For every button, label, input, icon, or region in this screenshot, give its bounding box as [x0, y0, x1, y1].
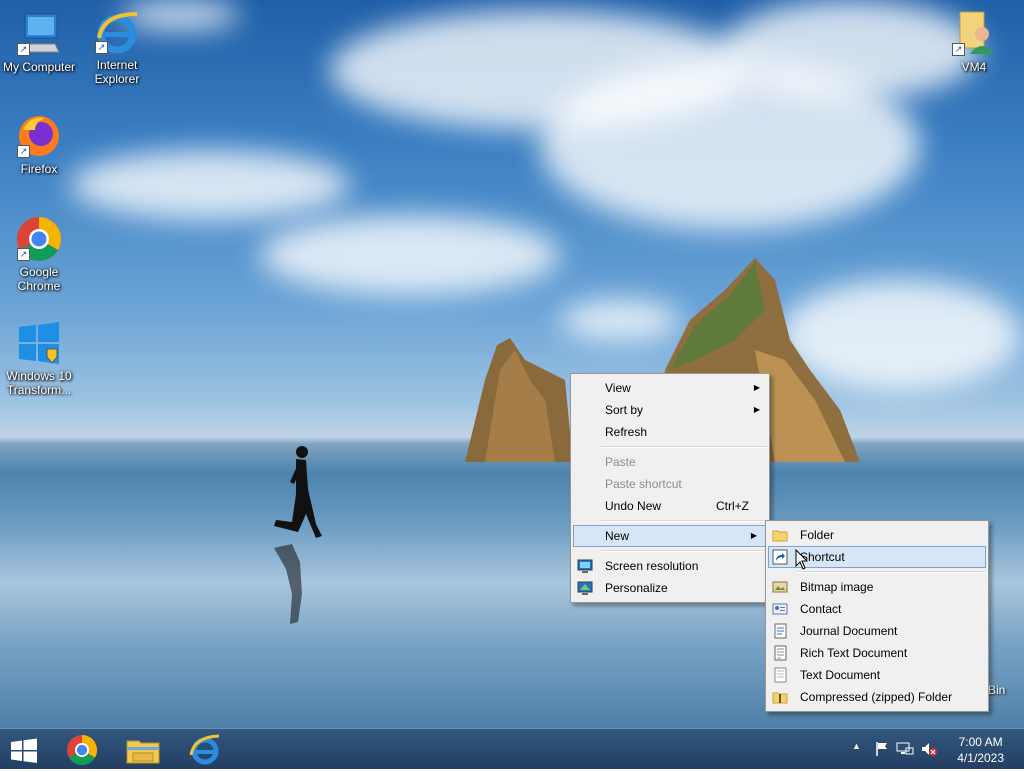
bitmap-icon: [772, 581, 788, 593]
menu-item-label: Undo New: [605, 499, 662, 513]
rtf-icon: [774, 645, 787, 661]
submenu-item-rich-text-document[interactable]: Rich Text Document: [766, 642, 988, 664]
menu-item-label: Folder: [800, 528, 835, 542]
desktop-icon-label: Firefox: [20, 162, 58, 176]
desktop-icon-label: Windows 10 Transform...: [6, 369, 72, 397]
mouse-cursor-icon: [795, 549, 809, 570]
taskbar-clock[interactable]: 7:00 AM 4/1/2023: [957, 734, 1004, 766]
menu-item-paste: Paste: [571, 451, 769, 473]
menu-separator: [601, 446, 767, 448]
menu-item-label: Paste shortcut: [605, 477, 682, 491]
submenu-item-contact[interactable]: Contact: [766, 598, 988, 620]
desktop-icon-vm4[interactable]: ↗ VM4: [936, 10, 1012, 74]
desktop-icon-label: Internet Explorer: [94, 58, 140, 86]
menu-item-label: Journal Document: [800, 624, 898, 638]
menu-item-paste-shortcut: Paste shortcut: [571, 473, 769, 495]
show-hidden-icon[interactable]: ▲: [852, 741, 861, 751]
menu-item-label: Paste: [605, 455, 636, 469]
shortcut-arrow-icon: ↗: [17, 248, 30, 261]
shortcut-icon: [772, 549, 788, 565]
personalize-icon: [577, 581, 593, 595]
menu-item-label: Compressed (zipped) Folder: [800, 690, 953, 704]
system-tray: ▲: [848, 729, 948, 769]
network-icon[interactable]: [896, 741, 914, 757]
desktop-icon-label: My Computer: [2, 60, 76, 74]
desktop-icon-my-computer[interactable]: ↗ My Computer: [1, 10, 77, 74]
taskbar-file-explorer-button[interactable]: [119, 733, 167, 767]
journal-icon: [774, 623, 787, 639]
menu-item-personalize[interactable]: Personalize: [571, 577, 769, 599]
menu-item-label: Personalize: [605, 581, 668, 595]
menu-item-label: New: [605, 529, 630, 543]
clock-time: 7:00 AM: [958, 735, 1003, 749]
menu-item-label: Contact: [800, 602, 842, 616]
menu-separator: [601, 520, 767, 522]
menu-item-shortcut: Ctrl+Z: [716, 499, 749, 513]
volume-muted-icon[interactable]: [920, 741, 938, 757]
action-center-flag-icon[interactable]: [874, 741, 890, 757]
menu-item-undo-new[interactable]: Undo New Ctrl+Z: [571, 495, 769, 517]
recycle-bin-label-partial[interactable]: Bin: [988, 683, 1005, 697]
runner-silhouette: [274, 446, 322, 624]
taskbar: ▲ 7:00 AM 4/1/2023: [0, 728, 1024, 769]
menu-separator: [796, 571, 986, 573]
menu-item-refresh[interactable]: Refresh: [571, 421, 769, 443]
desktop-icon-google-chrome[interactable]: ↗ Google Chrome: [1, 215, 77, 293]
desktop-icon-label: VM4: [961, 60, 987, 74]
desktop-icon-internet-explorer[interactable]: ↗ Internet Explorer: [79, 8, 155, 86]
desktop-context-menu: View ▶ Sort by ▶ Refresh Paste Paste sho…: [570, 373, 770, 603]
monitor-icon: [577, 559, 593, 573]
start-button[interactable]: [0, 733, 48, 767]
menu-separator: [601, 550, 767, 552]
desktop-icon-label: Google Chrome: [17, 265, 61, 293]
menu-item-label: Refresh: [605, 425, 648, 439]
contact-icon: [772, 603, 788, 615]
submenu-item-journal-document[interactable]: Journal Document: [766, 620, 988, 642]
menu-item-sort-by[interactable]: Sort by ▶: [571, 399, 769, 421]
submenu-arrow-icon: ▶: [753, 383, 760, 392]
shortcut-arrow-icon: ↗: [17, 43, 30, 56]
text-doc-icon: [774, 667, 787, 683]
menu-item-screen-resolution[interactable]: Screen resolution: [571, 555, 769, 577]
menu-item-label: Rich Text Document: [800, 646, 908, 660]
windows-icon: [19, 322, 59, 364]
shortcut-arrow-icon: ↗: [952, 43, 965, 56]
desktop-icon-firefox[interactable]: ↗ Firefox: [1, 112, 77, 176]
submenu-item-compressed-folder[interactable]: Compressed (zipped) Folder: [766, 686, 988, 708]
shortcut-arrow-icon: ↗: [95, 41, 108, 54]
submenu-item-folder[interactable]: Folder: [766, 524, 988, 546]
menu-item-label: Screen resolution: [605, 559, 699, 573]
folder-icon: [772, 530, 788, 542]
file-explorer-icon: [126, 740, 160, 764]
submenu-item-bitmap-image[interactable]: Bitmap image: [766, 576, 988, 598]
internet-explorer-icon: [189, 734, 220, 765]
shortcut-arrow-icon: ↗: [17, 145, 30, 158]
submenu-arrow-icon: ▶: [753, 405, 760, 414]
submenu-arrow-icon: ▶: [750, 531, 757, 540]
menu-item-label: Sort by: [605, 403, 644, 417]
desktop-icon-windows10-transformation[interactable]: Windows 10 Transform...: [1, 319, 77, 397]
zip-folder-icon: [772, 692, 788, 704]
windows-start-icon: [11, 738, 37, 763]
submenu-item-text-document[interactable]: Text Document: [766, 664, 988, 686]
menu-item-new[interactable]: New ▶: [573, 525, 767, 547]
menu-item-view[interactable]: View ▶: [571, 377, 769, 399]
menu-item-label: Bitmap image: [800, 580, 874, 594]
taskbar-chrome-button[interactable]: [58, 733, 106, 767]
menu-item-label: View: [605, 381, 631, 395]
taskbar-internet-explorer-button[interactable]: [181, 733, 229, 767]
menu-item-label: Text Document: [800, 668, 881, 682]
chrome-icon: [67, 735, 98, 766]
clock-date: 4/1/2023: [957, 751, 1004, 765]
